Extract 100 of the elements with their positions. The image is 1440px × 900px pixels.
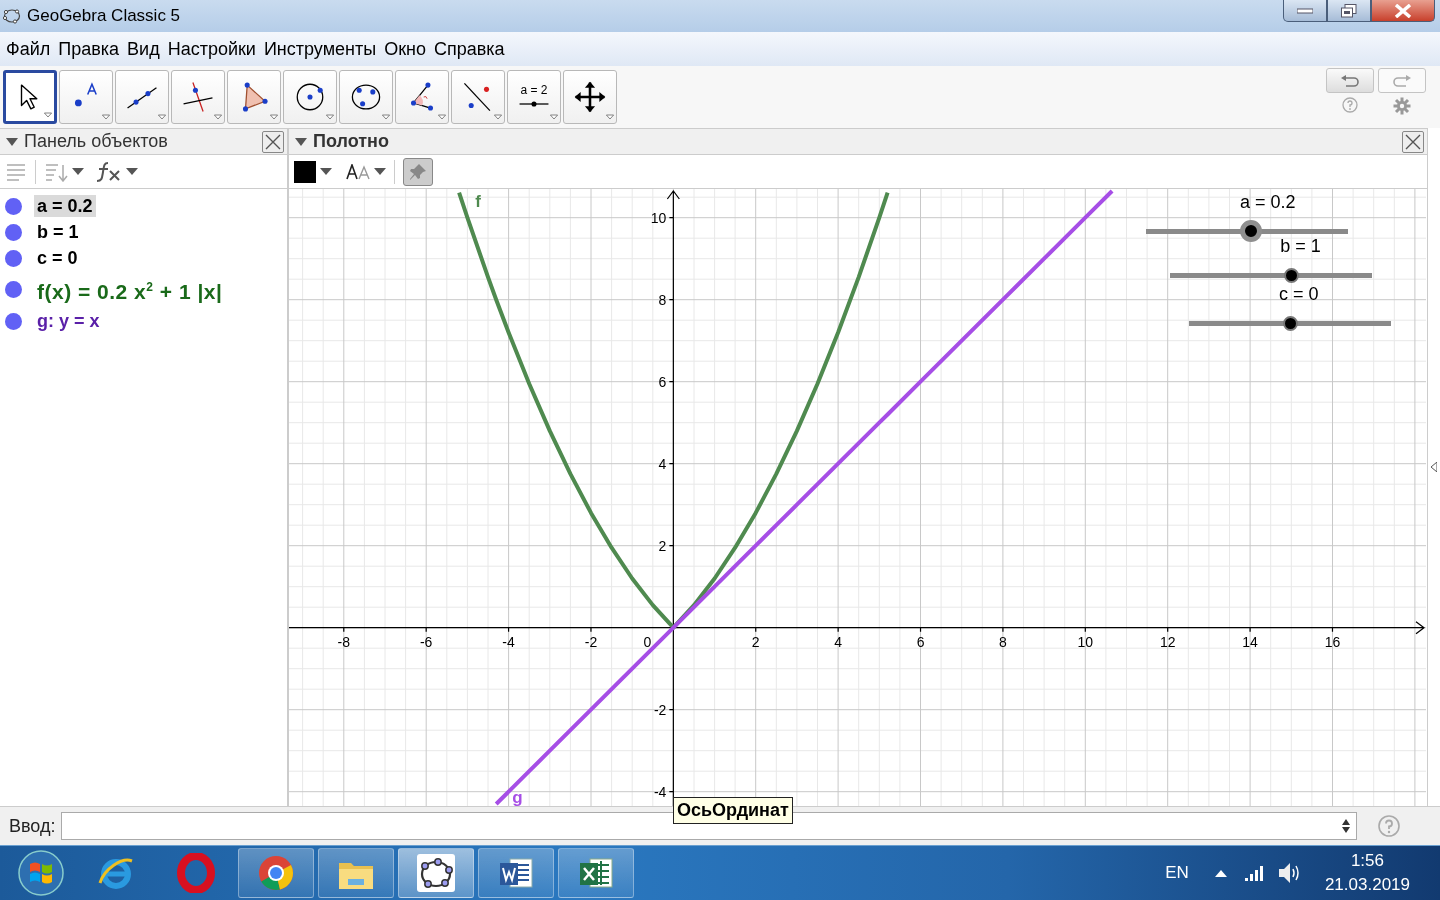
browser-circle-icon bbox=[256, 853, 296, 893]
menu-item[interactable]: Правка bbox=[54, 38, 124, 60]
settings-icon[interactable] bbox=[1393, 97, 1411, 115]
object-entry[interactable]: a = 0.2 bbox=[34, 195, 96, 217]
collapse-triangle-icon[interactable] bbox=[6, 137, 18, 146]
caret-icon[interactable] bbox=[126, 167, 138, 176]
visibility-toggle[interactable] bbox=[5, 223, 22, 241]
visibility-toggle[interactable] bbox=[5, 197, 22, 215]
close-icon bbox=[265, 133, 281, 150]
tray-arrow-icon[interactable] bbox=[1214, 869, 1227, 877]
axis-tick-label: -8 bbox=[337, 633, 350, 650]
corner-triangle-icon bbox=[382, 114, 390, 120]
object-entry[interactable]: g: y = x bbox=[34, 310, 103, 332]
signal-bars-icon[interactable] bbox=[1244, 865, 1263, 881]
clock-time[interactable]: 1:56 bbox=[1350, 849, 1384, 873]
corner-triangle-icon bbox=[326, 114, 334, 120]
tool-button[interactable] bbox=[395, 70, 449, 124]
close-icon bbox=[1405, 133, 1421, 150]
function-icon[interactable] bbox=[96, 160, 122, 183]
redo-icon bbox=[1392, 74, 1412, 87]
axis-tick-label: 2 bbox=[751, 633, 760, 650]
corner-triangle-icon bbox=[44, 112, 52, 118]
axis-tick-label: -2 bbox=[653, 701, 667, 718]
expand-triangle-icon[interactable] bbox=[1431, 462, 1437, 472]
spinner-icon[interactable] bbox=[1341, 819, 1350, 833]
menu-item[interactable]: Вид bbox=[123, 38, 164, 60]
axis-tick-label: 6 bbox=[658, 373, 667, 390]
pin-button[interactable] bbox=[403, 157, 433, 186]
axis-tick-label: 8 bbox=[999, 633, 1007, 650]
restore-icon bbox=[1341, 3, 1357, 18]
maximize-button[interactable] bbox=[1327, 0, 1371, 22]
close-panel-button[interactable] bbox=[262, 130, 284, 153]
minimize-button[interactable] bbox=[1283, 0, 1327, 22]
axis-tick-label: 6 bbox=[916, 633, 925, 650]
corner-triangle-icon bbox=[438, 114, 446, 120]
taskbar-app-button[interactable] bbox=[558, 848, 634, 898]
slider-label: a = 0.2 bbox=[1240, 192, 1296, 213]
visibility-toggle[interactable] bbox=[5, 281, 22, 298]
tool-button[interactable] bbox=[563, 70, 617, 124]
object-entry[interactable]: f(x) = 0.2 x$^{2}$ + 1 |x| bbox=[34, 271, 226, 308]
clock-date[interactable]: 21.03.2019 bbox=[1324, 873, 1410, 897]
close-button[interactable] bbox=[1371, 0, 1435, 22]
corner-triangle-icon bbox=[494, 114, 502, 120]
object-entry[interactable]: c = 0 bbox=[34, 247, 81, 269]
axis-tick-label: 4 bbox=[658, 455, 667, 472]
tool-button[interactable] bbox=[3, 70, 57, 124]
tooltip: ОсьОрдинат bbox=[673, 797, 793, 824]
axis-tick-label: 10 bbox=[1077, 633, 1094, 650]
tool-button[interactable] bbox=[339, 70, 393, 124]
taskbar-app-button[interactable] bbox=[478, 848, 554, 898]
menu-item[interactable]: Окно bbox=[380, 38, 430, 60]
menu-item[interactable]: Настройки bbox=[163, 38, 260, 60]
caret-icon[interactable] bbox=[320, 167, 332, 176]
slider-thumb[interactable] bbox=[1240, 220, 1263, 242]
axis-tick-label: 8 bbox=[658, 291, 667, 308]
graph-curve[interactable] bbox=[457, 192, 890, 630]
axis-tick-label: 10 bbox=[650, 209, 667, 226]
slider-thumb[interactable] bbox=[1283, 268, 1299, 283]
minimize-icon bbox=[1297, 7, 1313, 14]
menu-item[interactable]: Файл bbox=[2, 38, 55, 60]
text-size-icon[interactable] bbox=[346, 163, 370, 180]
visibility-toggle[interactable] bbox=[5, 312, 22, 330]
corner-triangle-icon bbox=[214, 114, 222, 120]
undo-icon bbox=[1340, 74, 1360, 87]
taskbar-app-button[interactable] bbox=[398, 848, 474, 898]
visibility-toggle[interactable] bbox=[5, 249, 22, 267]
undo-button[interactable] bbox=[1326, 68, 1374, 93]
slider-thumb[interactable] bbox=[1282, 316, 1298, 331]
tool-button[interactable]: a = 2 bbox=[507, 70, 561, 124]
corner-triangle-icon bbox=[270, 114, 278, 120]
ellipse-dots-icon bbox=[416, 853, 456, 893]
axis-tick-label: 14 bbox=[1242, 633, 1258, 650]
axis-tick-label: -4 bbox=[653, 783, 667, 800]
origin-label: 0 bbox=[643, 633, 652, 650]
menu-item[interactable]: Инструменты bbox=[259, 38, 381, 60]
axis-tick-label: -2 bbox=[584, 633, 598, 650]
axis-tick-label: 4 bbox=[834, 633, 843, 650]
close-icon bbox=[1394, 3, 1412, 18]
corner-triangle-icon bbox=[550, 114, 558, 120]
pin-icon bbox=[409, 162, 427, 181]
object-entry[interactable]: b = 1 bbox=[34, 221, 82, 243]
axis-tick-label: 12 bbox=[1159, 633, 1176, 650]
collapse-triangle-icon[interactable] bbox=[295, 137, 307, 146]
corner-triangle-icon bbox=[606, 114, 614, 120]
slider-label: c = 0 bbox=[1279, 284, 1319, 305]
axis-tick-label: 2 bbox=[658, 537, 667, 554]
axis-tick-label: -4 bbox=[502, 633, 515, 650]
color-swatch[interactable] bbox=[294, 160, 316, 183]
axis-tick-label: -6 bbox=[419, 633, 433, 650]
curve-label: f bbox=[475, 191, 481, 211]
caret-icon[interactable] bbox=[72, 167, 84, 176]
tool-button[interactable] bbox=[283, 70, 337, 124]
input-label: Ввод: bbox=[9, 815, 56, 837]
curve-label: g bbox=[512, 788, 523, 806]
panel-title: Полотно bbox=[313, 131, 389, 152]
menu-item[interactable]: Справка bbox=[430, 38, 509, 60]
panel-title: Панель объектов bbox=[24, 131, 168, 152]
close-panel-button[interactable] bbox=[1402, 130, 1424, 153]
language-indicator[interactable]: EN bbox=[1165, 863, 1189, 883]
caret-icon[interactable] bbox=[374, 167, 386, 176]
